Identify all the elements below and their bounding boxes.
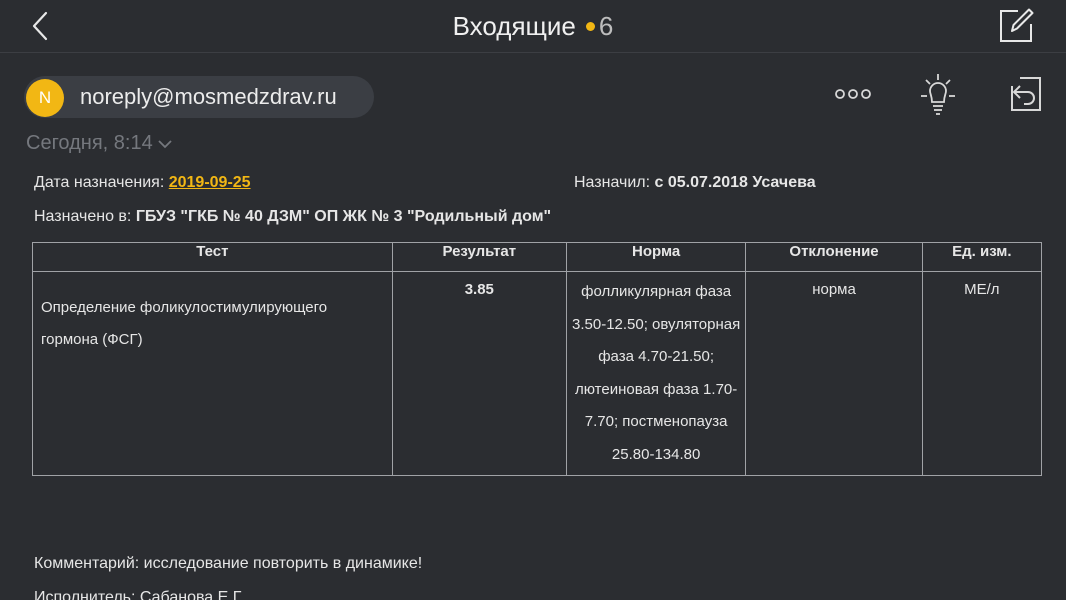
assigned-by-label: Назначил: xyxy=(574,174,651,191)
table-header-row: Тест Результат Норма Отклонение Ед. изм. xyxy=(32,242,1043,272)
assigned-at-value: ГБУЗ "ГКБ № 40 ДЗМ" ОП ЖК № 3 "Родильный… xyxy=(135,208,552,225)
assigned-at: Назначено в: ГБУЗ "ГКБ № 40 ДЗМ" ОП ЖК №… xyxy=(34,206,551,228)
top-bar: Входящие 6 xyxy=(0,0,1066,53)
header-unit: Ед. изм. xyxy=(921,242,1043,272)
assigned-by-value: с 05.07.2018 Усачева xyxy=(654,174,816,191)
header-norm: Норма xyxy=(565,242,747,272)
executor-text: Исполнитель: Сабанова Е.Г. xyxy=(34,589,244,600)
folder-name: Входящие xyxy=(452,11,576,41)
cell-result: 3.85 xyxy=(391,271,567,476)
assign-date-label: Дата назначения: xyxy=(34,174,165,191)
header-test: Тест xyxy=(32,242,393,272)
header-deviation: Отклонение xyxy=(745,242,923,272)
results-table: Тест Результат Норма Отклонение Ед. изм.… xyxy=(32,242,1043,476)
table-row: Определение фоликулостимулирующего гормо… xyxy=(32,271,1043,476)
reply-icon[interactable] xyxy=(1004,74,1046,116)
folder-title: Входящие 6 xyxy=(0,10,1066,42)
date-text: Сегодня, 8:14 xyxy=(26,132,153,154)
assign-date-link[interactable]: 2019-09-25 xyxy=(169,174,251,191)
message-date[interactable]: Сегодня, 8:14 xyxy=(26,130,173,156)
compose-icon[interactable] xyxy=(996,6,1036,46)
unread-dot-icon xyxy=(585,21,595,31)
cell-test: Определение фоликулостимулирующего гормо… xyxy=(32,271,393,476)
cell-deviation: норма xyxy=(745,271,923,476)
chevron-down-icon xyxy=(158,140,172,148)
header-result: Результат xyxy=(391,242,567,272)
message-body: Дата назначения: 2019-09-25 Назначил: с … xyxy=(0,166,1066,600)
more-icon[interactable] xyxy=(834,84,874,104)
sender-chip[interactable]: N noreply@mosmedzdrav.ru xyxy=(24,76,374,118)
assign-row: Дата назначения: 2019-09-25 Назначил: с … xyxy=(34,173,1034,193)
cell-unit: МЕ/л xyxy=(921,271,1043,476)
unread-count: 6 xyxy=(598,11,614,41)
avatar: N xyxy=(26,79,64,117)
sender-email: noreply@mosmedzdrav.ru xyxy=(80,84,337,109)
assigned-by: Назначил: с 05.07.2018 Усачева xyxy=(574,173,816,193)
bulb-icon[interactable] xyxy=(918,72,958,120)
cell-norm: фолликулярная фаза 3.50-12.50; овуляторн… xyxy=(565,271,747,476)
comment-text: Комментарий: исследование повторить в ди… xyxy=(34,555,423,572)
assigned-at-label: Назначено в: xyxy=(34,208,132,225)
